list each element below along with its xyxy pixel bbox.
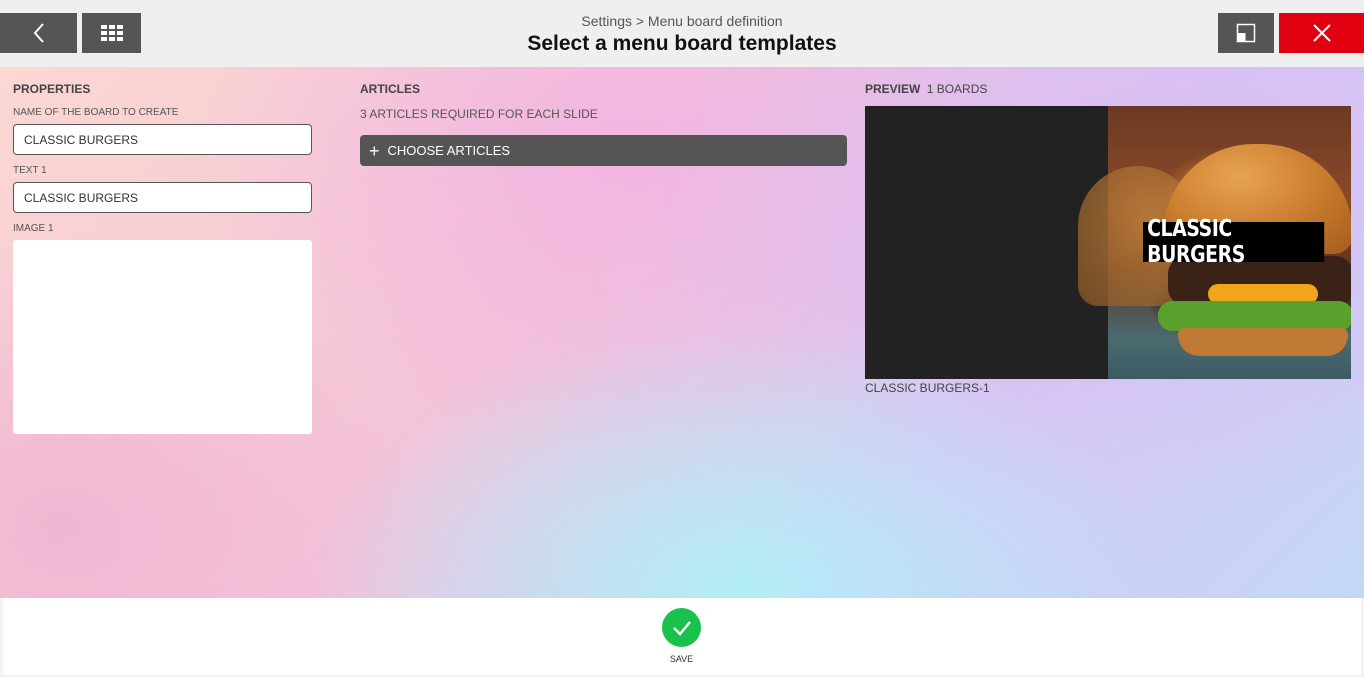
save-label: SAVE xyxy=(669,654,694,664)
window-restore-icon xyxy=(1236,23,1256,43)
page-title: Select a menu board templates xyxy=(527,32,837,55)
window-mode-button[interactable] xyxy=(1218,13,1274,53)
image1-dropzone[interactable] xyxy=(13,240,312,434)
properties-heading: PROPERTIES xyxy=(13,82,91,96)
checkmark-icon xyxy=(672,620,691,636)
close-icon xyxy=(1312,24,1331,42)
breadcrumb: Settings > Menu board definition xyxy=(581,13,783,29)
close-button[interactable] xyxy=(1279,13,1364,53)
save-button[interactable] xyxy=(662,608,701,647)
articles-heading: ARTICLES xyxy=(360,82,420,96)
articles-requirement: 3 ARTICLES REQUIRED FOR EACH SLIDE xyxy=(360,107,598,121)
board-name-label: NAME OF THE BOARD TO CREATE xyxy=(13,107,179,118)
top-bar: Settings > Menu board definition Select … xyxy=(0,0,1364,67)
content-area: PROPERTIES NAME OF THE BOARD TO CREATE C… xyxy=(0,67,1364,598)
preview-caption: CLASSIC BURGERS-1 xyxy=(865,381,990,395)
text1-label: TEXT 1 xyxy=(13,165,47,176)
preview-heading-label: PREVIEW xyxy=(865,82,921,96)
plus-icon: + xyxy=(369,140,380,161)
preview-count: 1 BOARDS xyxy=(926,82,988,96)
image1-label: IMAGE 1 xyxy=(13,223,54,234)
preview-overlay-text: CLASSIC BURGERS xyxy=(1143,216,1325,268)
choose-articles-button[interactable]: + CHOOSE ARTICLES xyxy=(360,135,847,166)
choose-articles-label: CHOOSE ARTICLES xyxy=(387,143,511,158)
board-name-input[interactable]: CLASSIC BURGERS xyxy=(13,124,312,155)
preview-heading: PREVIEW 1 BOARDS xyxy=(865,82,987,96)
text1-input[interactable]: CLASSIC BURGERS xyxy=(13,182,312,213)
